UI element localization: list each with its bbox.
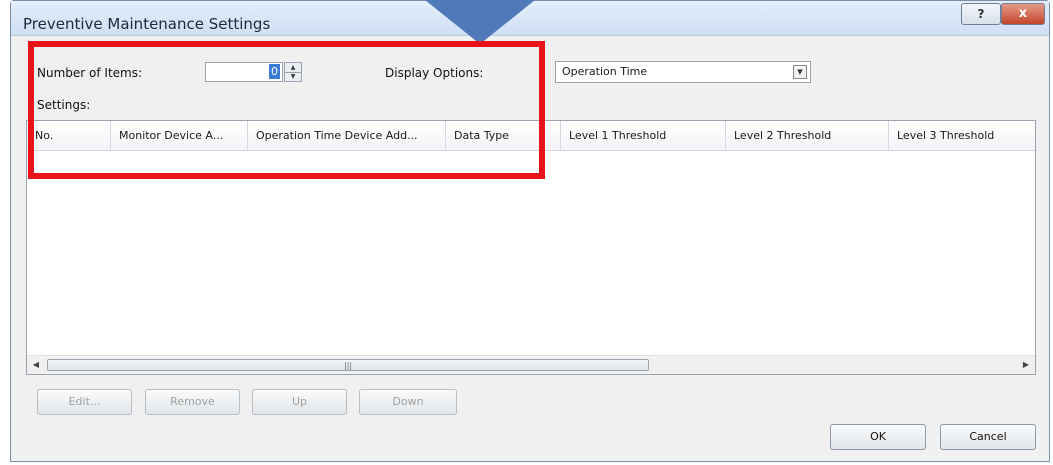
- column-header-level1-threshold[interactable]: Level 1 Threshold: [561, 121, 726, 150]
- cancel-button[interactable]: Cancel: [940, 424, 1036, 450]
- edit-button[interactable]: Edit...: [37, 389, 132, 415]
- column-header-level3-threshold[interactable]: Level 3 Threshold: [889, 121, 1035, 150]
- highlight-box: [28, 41, 545, 179]
- close-button[interactable]: x: [1001, 3, 1045, 25]
- remove-button[interactable]: Remove: [145, 389, 240, 415]
- display-options-value: Operation Time: [562, 65, 648, 78]
- scrollbar-thumb[interactable]: |||: [47, 359, 649, 371]
- grip-icon: |||: [344, 361, 353, 370]
- horizontal-scrollbar[interactable]: ◀ ||| ▶: [27, 355, 1035, 374]
- up-button[interactable]: Up: [252, 389, 347, 415]
- pointer-arrow: [425, 0, 535, 44]
- down-button[interactable]: Down: [359, 389, 457, 415]
- scroll-right-icon[interactable]: ▶: [1019, 358, 1033, 372]
- ok-button[interactable]: OK: [830, 424, 926, 450]
- scroll-left-icon[interactable]: ◀: [29, 358, 43, 372]
- column-header-level2-threshold[interactable]: Level 2 Threshold: [726, 121, 889, 150]
- chevron-down-icon[interactable]: ▼: [793, 65, 807, 79]
- display-options-select[interactable]: Operation Time ▼: [555, 61, 811, 83]
- help-button[interactable]: ?: [961, 3, 1001, 25]
- window-title: Preventive Maintenance Settings: [23, 15, 271, 33]
